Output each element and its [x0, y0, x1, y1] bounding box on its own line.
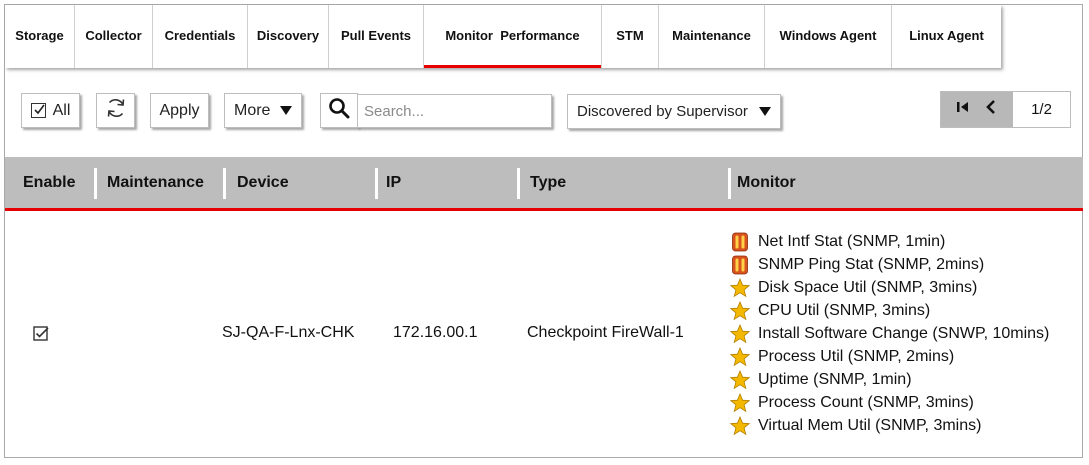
monitor-label: SNMP Ping Stat (SNMP, 2mins): [758, 255, 985, 273]
search-input[interactable]: [357, 94, 552, 128]
monitor-item: Process Util (SNMP, 2mins): [729, 345, 1049, 368]
monitor-list: Net Intf Stat (SNMP, 1min) SNMP Ping Stat…: [729, 230, 1049, 437]
enable-checkbox[interactable]: [33, 326, 49, 342]
monitor-label: Process Count (SNMP, 3mins): [758, 393, 974, 411]
select-all-button[interactable]: All: [21, 93, 80, 128]
column-header-ip[interactable]: IP: [386, 157, 401, 208]
ip-cell: 172.16.00.1: [393, 324, 478, 341]
monitor-item: Process Count (SNMP, 3mins): [729, 391, 1049, 414]
device-cell[interactable]: SJ-QA-F-Lnx-CHK: [222, 324, 354, 342]
star-icon: [729, 392, 751, 414]
column-header-maintenance[interactable]: Maintenance: [107, 157, 204, 208]
monitor-label: Uptime (SNMP, 1min): [758, 370, 912, 388]
tab-windows-agent[interactable]: Windows Agent: [765, 5, 892, 68]
checkbox-icon: [30, 103, 46, 118]
column-divider: [728, 168, 731, 199]
monitor-item: Uptime (SNMP, 1min): [729, 368, 1049, 391]
more-label: More: [234, 101, 271, 119]
column-divider: [517, 168, 520, 199]
caret-down-icon: [759, 107, 771, 116]
tab-stm[interactable]: STM: [602, 5, 659, 68]
caret-down-icon: [280, 106, 292, 115]
star-icon: [729, 300, 751, 322]
monitor-label: Install Software Change (SNWP, 10mins): [758, 324, 1050, 342]
first-page-icon[interactable]: [955, 99, 971, 120]
apply-label: Apply: [159, 101, 200, 119]
type-cell: Checkpoint FireWall-1: [527, 324, 684, 341]
monitor-item: Virtual Mem Util (SNMP, 3mins): [729, 414, 1049, 437]
column-divider: [94, 168, 97, 199]
star-icon: [729, 415, 751, 437]
pagination-nav: [941, 92, 1013, 127]
star-icon: [729, 369, 751, 391]
tab-bar: Storage Collector Credentials Discovery …: [5, 5, 1001, 68]
error-status-icon: [729, 254, 751, 276]
more-dropdown[interactable]: More: [224, 93, 302, 128]
monitor-label: CPU Util (SNMP, 3mins): [758, 301, 931, 319]
monitor-item: CPU Util (SNMP, 3mins): [729, 299, 1049, 322]
table-header: Enable Maintenance Device IP Type Monito…: [5, 157, 1083, 211]
tab-pull-events[interactable]: Pull Events: [329, 5, 424, 68]
monitor-item: Disk Space Util (SNMP, 3mins): [729, 276, 1049, 299]
tab-linux-agent[interactable]: Linux Agent: [892, 5, 1001, 68]
column-header-device[interactable]: Device: [237, 157, 289, 208]
monitor-label: Process Util (SNMP, 2mins): [758, 347, 955, 365]
tab-credentials[interactable]: Credentials: [153, 5, 248, 68]
star-icon: [729, 323, 751, 345]
star-icon: [729, 277, 751, 299]
tab-storage[interactable]: Storage: [5, 5, 75, 68]
monitor-item: Install Software Change (SNWP, 10mins): [729, 322, 1049, 345]
monitor-item: SNMP Ping Stat (SNMP, 2mins): [729, 253, 1049, 276]
monitor-label: Disk Space Util (SNMP, 3mins): [758, 278, 978, 296]
monitor-item: Net Intf Stat (SNMP, 1min): [729, 230, 1049, 253]
monitor-label: Net Intf Stat (SNMP, 1min): [758, 232, 946, 250]
refresh-icon: [104, 96, 128, 125]
discovery-filter-select[interactable]: Discovered by Supervisor: [567, 94, 781, 129]
column-header-enable[interactable]: Enable: [23, 157, 75, 208]
previous-page-icon[interactable]: [983, 99, 999, 120]
apply-button[interactable]: Apply: [150, 93, 209, 128]
select-all-label: All: [52, 101, 71, 119]
page-indicator: 1/2: [1013, 92, 1070, 127]
tab-monitor-performance[interactable]: Monitor Performance: [424, 5, 602, 68]
column-divider: [375, 168, 378, 199]
discovery-filter-value: Discovered by Supervisor: [577, 103, 748, 120]
pagination: 1/2: [940, 91, 1071, 128]
tab-maintenance[interactable]: Maintenance: [659, 5, 765, 68]
tab-collector[interactable]: Collector: [75, 5, 153, 68]
search-button[interactable]: [320, 93, 358, 128]
search-icon: [327, 96, 351, 125]
column-divider: [223, 168, 226, 199]
error-status-icon: [729, 231, 751, 253]
tab-discovery[interactable]: Discovery: [248, 5, 329, 68]
column-header-monitor[interactable]: Monitor: [737, 157, 796, 208]
column-header-type[interactable]: Type: [530, 157, 566, 208]
monitor-label: Virtual Mem Util (SNMP, 3mins): [758, 416, 982, 434]
star-icon: [729, 346, 751, 368]
refresh-button[interactable]: [96, 93, 135, 128]
